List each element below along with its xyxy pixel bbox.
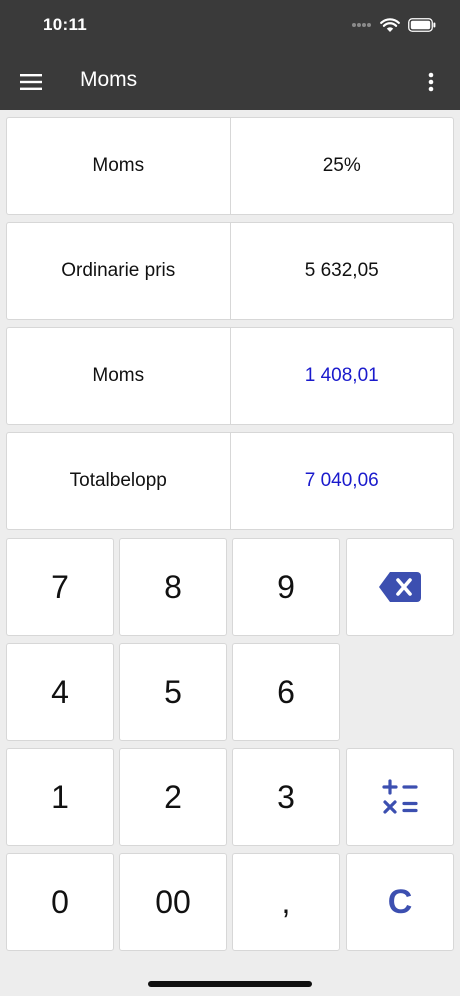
total-label: Totalbelopp [7, 433, 231, 529]
key-6[interactable]: 6 [232, 643, 340, 741]
battery-icon [408, 18, 436, 32]
total-row[interactable]: Totalbelopp 7 040,06 [6, 432, 454, 530]
price-row[interactable]: Ordinarie pris 5 632,05 [6, 222, 454, 320]
key-1[interactable]: 1 [6, 748, 114, 846]
price-label: Ordinarie pris [7, 223, 231, 319]
clear-button[interactable]: C [346, 853, 454, 951]
key-4[interactable]: 4 [6, 643, 114, 741]
key-comma[interactable]: , [232, 853, 340, 951]
backspace-icon [379, 572, 421, 602]
key-3[interactable]: 3 [232, 748, 340, 846]
vat-rate-label: Moms [7, 118, 231, 214]
key-7[interactable]: 7 [6, 538, 114, 636]
vat-amount-label: Moms [7, 328, 231, 424]
vat-amount-row[interactable]: Moms 1 408,01 [6, 327, 454, 425]
wifi-icon [380, 17, 400, 32]
status-bar: 10:11 [0, 0, 460, 54]
calculator-operators-button[interactable] [346, 748, 454, 846]
calculator-operators-icon [382, 779, 418, 814]
hamburger-menu-icon[interactable] [14, 65, 48, 99]
key-9[interactable]: 9 [232, 538, 340, 636]
status-icons [352, 16, 436, 34]
vat-rate-value[interactable]: 25% [231, 118, 454, 214]
vat-rate-row[interactable]: Moms 25% [6, 117, 454, 215]
backspace-button[interactable] [346, 538, 454, 636]
key-5[interactable]: 5 [119, 643, 227, 741]
status-time: 10:11 [43, 15, 88, 34]
key-2[interactable]: 2 [119, 748, 227, 846]
key-8[interactable]: 8 [119, 538, 227, 636]
price-value[interactable]: 5 632,05 [231, 223, 454, 319]
key-0[interactable]: 0 [6, 853, 114, 951]
app-bar: Moms [0, 54, 460, 110]
total-value[interactable]: 7 040,06 [231, 433, 454, 529]
home-indicator[interactable] [148, 981, 312, 987]
signal-icon [352, 23, 371, 27]
vat-amount-value[interactable]: 1 408,01 [231, 328, 454, 424]
more-vertical-icon[interactable] [416, 65, 446, 99]
key-00[interactable]: 00 [119, 853, 227, 951]
page-title: Moms [80, 68, 138, 91]
